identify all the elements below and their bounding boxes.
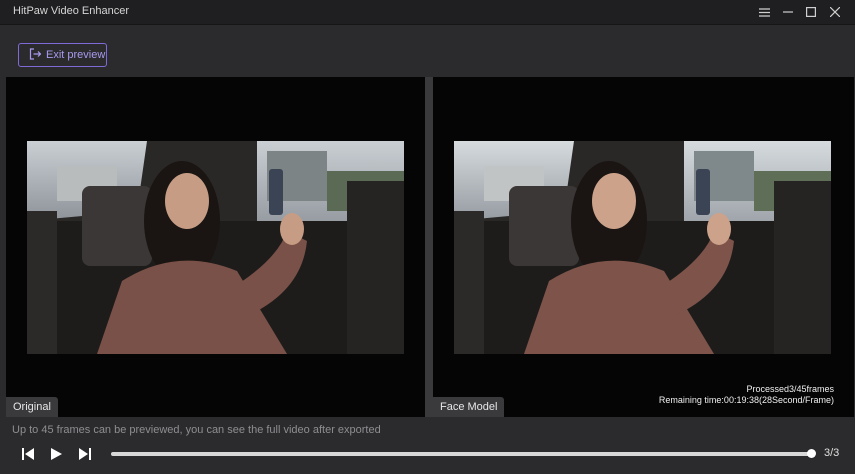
frame-counter: 3/3	[824, 447, 840, 459]
window-title: HitPaw Video Enhancer	[13, 5, 129, 17]
frame-progress-track[interactable]	[111, 452, 813, 456]
exit-preview-button[interactable]: Exit preview	[18, 43, 107, 67]
title-bar: HitPaw Video Enhancer	[0, 0, 855, 25]
close-icon[interactable]	[824, 2, 846, 22]
processed-frames-text: Processed3/45frames	[746, 384, 834, 394]
play-icon[interactable]	[48, 446, 64, 462]
enhanced-video-frame	[454, 141, 831, 354]
previous-frame-icon[interactable]	[20, 446, 36, 462]
exit-icon	[29, 47, 42, 63]
enhanced-preview-panel: Processed3/45frames Remaining time:00:19…	[433, 77, 854, 417]
original-label: Original	[6, 397, 58, 417]
maximize-icon[interactable]	[800, 2, 822, 22]
minimize-icon[interactable]	[777, 2, 799, 22]
processing-status: Processed3/45frames Remaining time:00:19…	[659, 384, 834, 406]
preview-hint: Up to 45 frames can be previewed, you ca…	[12, 424, 381, 436]
original-video-frame	[27, 141, 404, 354]
frame-progress-handle[interactable]	[807, 449, 816, 458]
next-frame-icon[interactable]	[77, 446, 93, 462]
menu-icon[interactable]	[753, 2, 775, 22]
original-preview-panel: Original	[6, 77, 425, 417]
exit-preview-label: Exit preview	[46, 49, 106, 61]
panel-divider	[425, 77, 433, 417]
face-model-label: Face Model	[433, 397, 505, 417]
remaining-time-text: Remaining time:00:19:38(28Second/Frame)	[658, 395, 834, 405]
